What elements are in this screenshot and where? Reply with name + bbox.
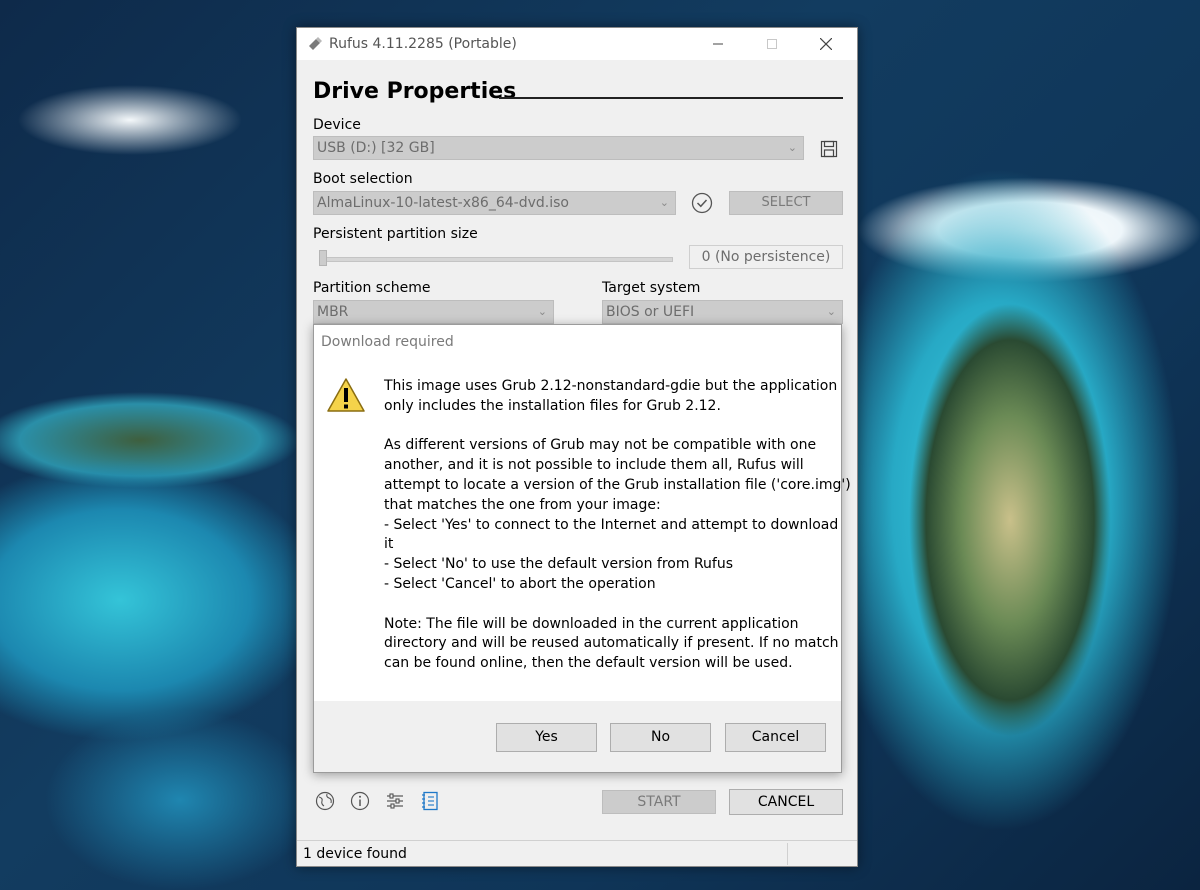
message-line: - Select 'Yes' to connect to the Interne… [384, 516, 839, 533]
cancel-button[interactable]: Cancel [725, 723, 826, 752]
select-image-button[interactable]: SELECT [729, 191, 843, 215]
globe-icon [315, 791, 335, 811]
yes-button[interactable]: Yes [496, 723, 597, 752]
chevron-down-icon: ⌄ [826, 305, 836, 318]
device-value: USB (D:) [32 GB] [317, 140, 435, 156]
floppy-save-icon [820, 140, 838, 158]
target-system-value: BIOS or UEFI [606, 304, 695, 320]
cancel-main-button[interactable]: CANCEL [729, 789, 843, 815]
title-bar[interactable]: Rufus 4.11.2285 (Portable) [297, 28, 857, 60]
persistence-slider-thumb[interactable] [319, 250, 327, 266]
device-label: Device [313, 117, 361, 133]
boot-selection-dropdown[interactable]: AlmaLinux-10-latest-x86_64-dvd.iso ⌄ [313, 191, 676, 215]
no-button[interactable]: No [610, 723, 711, 752]
about-button[interactable] [349, 790, 371, 812]
message-line: Note: The file will be downloaded in the… [384, 615, 799, 632]
close-button[interactable] [803, 28, 849, 60]
partition-scheme-value: MBR [317, 304, 349, 320]
partition-scheme-dropdown[interactable]: MBR ⌄ [313, 300, 554, 324]
log-icon [422, 791, 438, 811]
chevron-down-icon: ⌄ [537, 305, 547, 318]
log-button[interactable] [419, 790, 441, 812]
advanced-settings-button[interactable] [384, 790, 406, 812]
status-bar: 1 device found [297, 840, 857, 867]
message-line: directory and will be reused automatical… [384, 635, 839, 652]
chevron-down-icon: ⌄ [659, 196, 669, 209]
usb-drive-icon [309, 37, 322, 50]
message-line: only includes the installation files for… [384, 397, 721, 414]
info-icon [350, 791, 370, 811]
persistence-slider-track[interactable] [319, 257, 673, 262]
partition-scheme-label: Partition scheme [313, 280, 431, 296]
message-line: can be found online, then the default ve… [384, 655, 793, 672]
minimize-button[interactable] [695, 28, 741, 60]
chevron-down-icon: ⌄ [787, 141, 797, 154]
section-heading: Drive Properties [313, 79, 517, 104]
language-button[interactable] [314, 790, 336, 812]
persistent-partition-label: Persistent partition size [313, 226, 478, 242]
message-line: - Select 'Cancel' to abort the operation [384, 575, 656, 592]
dialog-title: Download required [321, 334, 454, 350]
message-line: This image uses Grub 2.12-nonstandard-gd… [384, 378, 838, 394]
message-line: attempt to locate a version of the Grub … [384, 476, 851, 493]
start-button[interactable]: START [602, 790, 716, 814]
settings-sliders-icon [387, 793, 403, 809]
window-title: Rufus 4.11.2285 (Portable) [329, 36, 517, 52]
status-text: 1 device found [303, 846, 407, 862]
maximize-button [749, 28, 795, 60]
verify-checksum-button[interactable] [691, 192, 713, 214]
close-icon [820, 38, 832, 50]
status-divider [787, 843, 788, 865]
warning-icon [327, 378, 365, 412]
minimize-icon [713, 43, 723, 45]
target-system-dropdown[interactable]: BIOS or UEFI ⌄ [602, 300, 843, 324]
maximize-icon [767, 39, 777, 49]
device-dropdown[interactable]: USB (D:) [32 GB] ⌄ [313, 136, 804, 160]
check-circle-icon [691, 192, 713, 214]
persistence-size-field: 0 (No persistence) [689, 245, 843, 269]
download-required-dialog: Download required This image uses Grub 2… [313, 324, 851, 773]
message-line: another, and it is not possible to inclu… [384, 457, 804, 474]
message-line: - Select 'No' to use the default version… [384, 556, 734, 573]
target-system-label: Target system [602, 280, 701, 296]
dialog-button-bar: Yes No Cancel [314, 701, 841, 772]
save-drive-button[interactable] [818, 138, 840, 160]
heading-divider [499, 97, 843, 99]
message-line: that matches the one from your image: [384, 496, 661, 513]
boot-selection-value: AlmaLinux-10-latest-x86_64-dvd.iso [317, 195, 569, 211]
message-line: As different versions of Grub may not be… [384, 437, 817, 454]
dialog-message: This image uses Grub 2.12-nonstandard-gd… [384, 377, 851, 674]
boot-selection-label: Boot selection [313, 171, 413, 187]
message-line: it [384, 536, 394, 553]
